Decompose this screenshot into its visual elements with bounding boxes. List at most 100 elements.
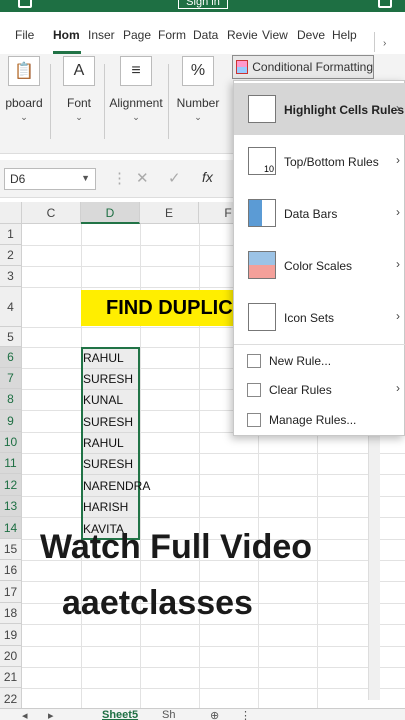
clipboard-group[interactable]: 📋 pboard ⌄ bbox=[0, 56, 48, 123]
chevron-down-icon: ⌄ bbox=[194, 112, 202, 122]
select-all-corner[interactable] bbox=[0, 202, 22, 224]
overlay-channel-text: aaetclasses bbox=[62, 584, 253, 622]
gridline bbox=[22, 667, 405, 668]
font-color-icon[interactable]: A bbox=[63, 56, 95, 86]
cell-d12[interactable]: NARENDRA bbox=[83, 476, 150, 497]
row-header[interactable]: 21 bbox=[0, 667, 22, 688]
row-header[interactable]: 10 bbox=[0, 432, 22, 453]
row-header[interactable]: 11 bbox=[0, 453, 22, 474]
excel-window: Sign in File Hom Inser Page Form Data Re… bbox=[0, 0, 405, 720]
row-header[interactable]: 6 bbox=[0, 347, 22, 368]
cell-d10[interactable]: RAHUL bbox=[83, 433, 124, 454]
row-header[interactable]: 3 bbox=[0, 266, 22, 287]
percent-icon[interactable]: % bbox=[182, 56, 214, 86]
gridline bbox=[22, 496, 405, 497]
sheet-tabs-bar: ◂ ▸ Sheet5 Sh ⊕ ⋮ bbox=[0, 708, 405, 720]
alignment-group[interactable]: ≡ Alignment ⌄ bbox=[108, 56, 164, 123]
menu-item-clear-rules[interactable]: Clear Rules › bbox=[234, 375, 405, 405]
menu-item-manage-rules[interactable]: Manage Rules... bbox=[234, 405, 405, 435]
tab-help[interactable]: Help bbox=[332, 28, 357, 42]
clear-rules-icon bbox=[247, 383, 261, 397]
column-header[interactable]: C bbox=[22, 202, 81, 224]
column-header[interactable]: E bbox=[140, 202, 199, 224]
cell-d6[interactable]: RAHUL bbox=[83, 348, 124, 369]
row-header[interactable]: 2 bbox=[0, 245, 22, 266]
menu-item-label: Data Bars bbox=[284, 207, 338, 221]
chevron-down-icon[interactable]: ▼ bbox=[81, 173, 90, 183]
more-options-icon[interactable]: ⋮ bbox=[112, 169, 127, 187]
row-header[interactable]: 17 bbox=[0, 581, 22, 603]
tab-home[interactable]: Hom bbox=[53, 28, 80, 42]
title-bar: Sign in bbox=[0, 0, 405, 12]
name-box[interactable]: D6 ▼ bbox=[4, 168, 96, 190]
column-header-selected[interactable]: D bbox=[81, 202, 140, 224]
data-bars-icon bbox=[248, 199, 276, 227]
cell-d11[interactable]: SURESH bbox=[83, 454, 133, 475]
manage-rules-icon bbox=[247, 413, 261, 427]
gridline bbox=[22, 474, 405, 475]
cell-d13[interactable]: HARISH bbox=[83, 497, 128, 518]
font-group[interactable]: A Font ⌄ bbox=[58, 56, 100, 123]
sheet-tab[interactable]: Sh bbox=[162, 709, 175, 720]
conditional-formatting-button[interactable]: Conditional Formatting bbox=[232, 55, 374, 79]
tab-file[interactable]: File bbox=[15, 28, 34, 42]
row-header[interactable]: 8 bbox=[0, 389, 22, 410]
menu-item-top-bottom-rules[interactable]: 10 Top/Bottom Rules › bbox=[234, 135, 405, 187]
tab-review[interactable]: Revie bbox=[227, 28, 258, 42]
menu-item-new-rule[interactable]: New Rule... bbox=[234, 347, 405, 375]
cancel-icon[interactable]: ✕ bbox=[136, 169, 149, 187]
row-header[interactable]: 15 bbox=[0, 539, 22, 560]
clipboard-group-label: pboard bbox=[5, 96, 43, 110]
row-header[interactable]: 22 bbox=[0, 688, 22, 710]
highlight-cells-icon bbox=[248, 95, 276, 123]
sheet-tab-active[interactable]: Sheet5 bbox=[102, 709, 138, 720]
cell-d8[interactable]: KUNAL bbox=[83, 390, 123, 411]
gridline bbox=[22, 453, 405, 454]
sheet-more-icon[interactable]: ⋮ bbox=[240, 709, 251, 720]
gridline bbox=[22, 517, 405, 518]
tab-developer[interactable]: Deve bbox=[297, 28, 325, 42]
clipboard-icon[interactable]: 📋 bbox=[8, 56, 40, 86]
tab-formulas[interactable]: Form bbox=[158, 28, 186, 42]
tab-view[interactable]: View bbox=[262, 28, 288, 42]
tab-page-layout[interactable]: Page bbox=[123, 28, 151, 42]
chevron-right-icon: › bbox=[396, 257, 400, 271]
color-scales-icon bbox=[248, 251, 276, 279]
tab-data[interactable]: Data bbox=[193, 28, 218, 42]
row-header[interactable]: 9 bbox=[0, 410, 22, 432]
gridline bbox=[22, 581, 405, 582]
alignment-group-label: Alignment bbox=[109, 96, 163, 110]
tab-insert[interactable]: Inser bbox=[88, 28, 115, 42]
cell-d7[interactable]: SURESH bbox=[83, 369, 133, 390]
title-cell[interactable]: FIND DUPLICATES bbox=[81, 290, 235, 326]
row-header[interactable]: 1 bbox=[0, 224, 22, 245]
menu-item-highlight-cells-rules[interactable]: Highlight Cells Rules › bbox=[234, 83, 405, 135]
sign-in-button[interactable]: Sign in bbox=[178, 0, 228, 9]
row-header[interactable]: 16 bbox=[0, 560, 22, 581]
chevron-right-icon[interactable]: › bbox=[383, 38, 386, 49]
insert-function-button[interactable]: fx bbox=[202, 169, 213, 185]
more-icon[interactable] bbox=[378, 0, 392, 8]
menu-item-color-scales[interactable]: Color Scales › bbox=[234, 239, 405, 291]
row-header[interactable]: 4 bbox=[0, 287, 22, 327]
number-group[interactable]: % Number ⌄ bbox=[174, 56, 222, 123]
ribbon-divider bbox=[50, 64, 51, 139]
row-header[interactable]: 20 bbox=[0, 646, 22, 667]
next-sheet-icon[interactable]: ▸ bbox=[48, 709, 54, 720]
row-header[interactable]: 7 bbox=[0, 368, 22, 389]
row-header[interactable]: 19 bbox=[0, 624, 22, 646]
add-sheet-icon[interactable]: ⊕ bbox=[210, 709, 219, 720]
menu-item-icon-sets[interactable]: Icon Sets › bbox=[234, 291, 405, 343]
cell-d9[interactable]: SURESH bbox=[83, 412, 133, 433]
menu-divider bbox=[234, 344, 405, 345]
row-header[interactable]: 13 bbox=[0, 496, 22, 517]
row-header[interactable]: 12 bbox=[0, 474, 22, 496]
enter-icon[interactable]: ✓ bbox=[168, 169, 181, 187]
row-header[interactable]: 5 bbox=[0, 327, 22, 347]
menu-item-data-bars[interactable]: Data Bars › bbox=[234, 187, 405, 239]
row-header[interactable]: 18 bbox=[0, 603, 22, 624]
align-icon[interactable]: ≡ bbox=[120, 56, 152, 86]
excel-app-icon bbox=[18, 0, 32, 8]
prev-sheet-icon[interactable]: ◂ bbox=[22, 709, 28, 720]
row-header[interactable]: 14 bbox=[0, 517, 22, 539]
